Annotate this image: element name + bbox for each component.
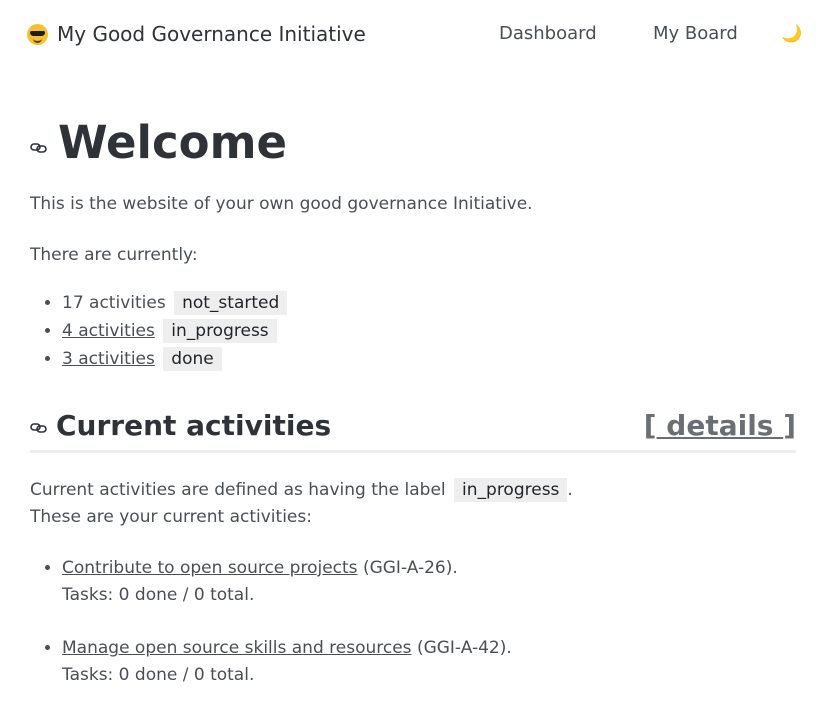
currently-text: There are currently: <box>30 245 198 265</box>
sunglasses-smiley-icon <box>27 23 48 45</box>
list-item: Manage open source skills and resources … <box>62 635 796 689</box>
activity-tasks: Tasks: 0 done / 0 total. <box>62 665 255 685</box>
stat-count-link[interactable]: 3 activities <box>62 349 155 369</box>
activity-id: (GGI-A-42). <box>416 638 512 658</box>
stat-count-link[interactable]: 4 activities <box>62 321 155 341</box>
activity-link[interactable]: Contribute to open source projects <box>62 558 358 578</box>
details-link[interactable]: [ details ] <box>644 409 796 442</box>
activity-id: (GGI-A-26). <box>362 558 458 578</box>
brand-link[interactable]: My Good Governance Initiative <box>27 22 366 46</box>
brand-title: My Good Governance Initiative <box>57 22 366 46</box>
label-badge: in_progress <box>454 478 568 502</box>
anchor-link-icon[interactable] <box>30 422 48 434</box>
moon-icon[interactable]: 🌙 <box>781 24 802 44</box>
stat-item-done: 3 activities done <box>62 345 796 373</box>
activity-stats-list: 17 activities not_started 4 activities i… <box>30 289 796 373</box>
section-heading: Current activities <box>30 409 331 442</box>
current-activities-list: Contribute to open source projects (GGI-… <box>30 555 796 689</box>
section-title: Current activities <box>56 409 332 442</box>
nav-dashboard-link[interactable]: Dashboard <box>499 23 597 44</box>
list-intro: These are your current activities: <box>30 507 312 527</box>
intro-text: This is the website of your own good gov… <box>30 194 533 214</box>
welcome-heading: Welcome <box>30 116 796 169</box>
stat-item-in-progress: 4 activities in_progress <box>62 317 796 345</box>
nav-my-board-link[interactable]: My Board <box>653 23 738 44</box>
page-title: Welcome <box>58 116 287 169</box>
top-navbar: My Good Governance Initiative Dashboard … <box>0 0 837 72</box>
label-badge: in_progress <box>163 319 277 343</box>
activity-link[interactable]: Manage open source skills and resources <box>62 638 412 658</box>
current-activities-header: Current activities [ details ] <box>30 409 796 453</box>
label-badge: done <box>163 347 222 371</box>
activity-tasks: Tasks: 0 done / 0 total. <box>62 585 255 605</box>
label-badge: not_started <box>174 291 288 315</box>
stat-count: 17 activities <box>62 293 166 313</box>
definition-text: Current activities are defined as having… <box>30 478 573 527</box>
list-item: Contribute to open source projects (GGI-… <box>62 555 796 609</box>
stat-item-not-started: 17 activities not_started <box>62 289 796 317</box>
anchor-link-icon[interactable] <box>30 142 48 154</box>
main-content: Welcome This is the website of your own … <box>30 116 796 715</box>
